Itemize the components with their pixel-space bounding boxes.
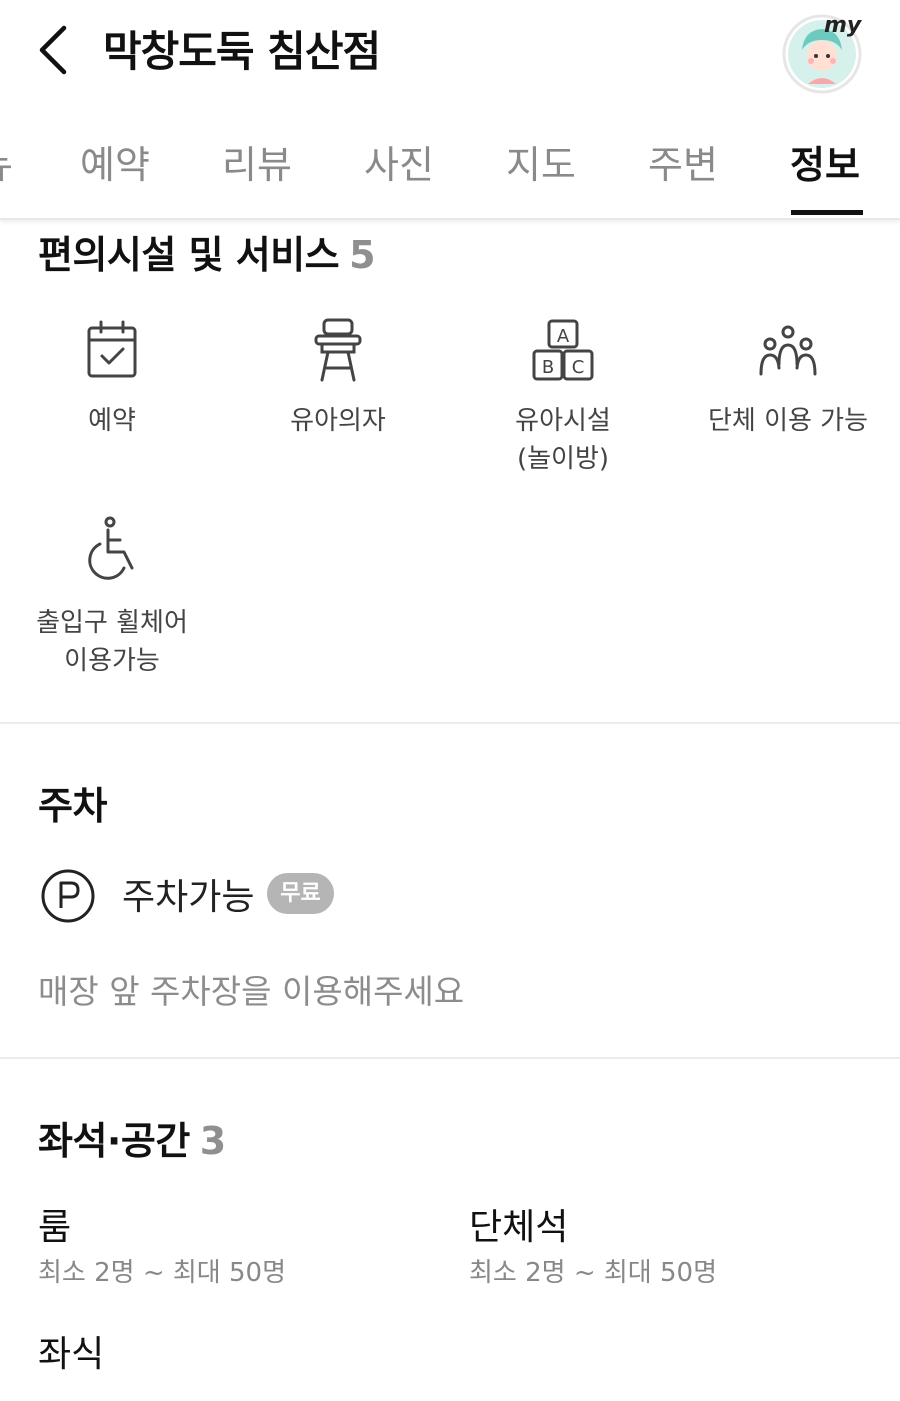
facility-item-kids-playroom: A B C 유아시설 (놀이방) [463, 318, 663, 478]
group-icon [759, 325, 817, 376]
facilities-title: 편의시설 및 서비스 5 [38, 224, 376, 279]
facility-label: 출입구 휠체어 이용가능 [36, 608, 188, 676]
parking-icon [41, 869, 95, 923]
tab-nearby[interactable]: 주변 [648, 134, 718, 189]
seating-title-text: 좌석·공간 [38, 1119, 190, 1163]
facilities-count: 5 [349, 233, 376, 277]
facility-label: 예약 [88, 406, 136, 436]
facilities-title-text: 편의시설 및 서비스 [38, 233, 340, 277]
back-button[interactable] [30, 20, 80, 80]
facility-label: 유아시설 (놀이방) [515, 406, 611, 474]
svg-text:B: B [542, 357, 554, 378]
section-divider [0, 722, 900, 724]
abc-blocks-icon: A B C [532, 319, 594, 381]
chevron-left-icon [39, 25, 67, 75]
free-badge: 무료 [267, 873, 334, 914]
seat-capacity-room: 최소 2명 ~ 최대 50명 [38, 1258, 286, 1288]
svg-text:C: C [572, 357, 585, 378]
facility-item-high-chair: 유아의자 [238, 318, 438, 440]
high-chair-icon [314, 318, 362, 382]
parking-status: 주차가능 [122, 877, 255, 918]
tab-photos[interactable]: 사진 [364, 134, 434, 189]
calendar-check-icon [87, 320, 137, 378]
page-title: 막창도둑 침산점 [103, 27, 381, 76]
wheelchair-icon [88, 516, 134, 580]
header: 막창도둑 침산점 my [0, 0, 900, 110]
tab-map[interactable]: 지도 [506, 134, 576, 189]
parking-title: 주차 [38, 784, 107, 828]
facility-item-wheelchair: 출입구 휠체어 이용가능 [12, 516, 212, 680]
facility-label: 유아의자 [290, 406, 386, 436]
seat-type-room: 룸 [38, 1207, 72, 1248]
tab-reservation[interactable]: 예약 [80, 134, 150, 189]
seat-type-group: 단체석 [469, 1207, 569, 1248]
tab-menu[interactable]: 뉴 [0, 134, 13, 189]
svg-text:A: A [557, 326, 570, 347]
facility-item-group: 단체 이용 가능 [688, 318, 888, 440]
parking-note: 매장 앞 주차장을 이용해주세요 [38, 972, 465, 1011]
my-profile-button[interactable]: my [780, 12, 870, 94]
avatar: my [782, 13, 863, 94]
section-divider [0, 1057, 900, 1059]
avatar-badge: my [824, 13, 863, 38]
facility-item-reservation: 예약 [12, 318, 212, 440]
active-tab-indicator [791, 210, 863, 215]
seat-capacity-group: 최소 2명 ~ 최대 50명 [469, 1258, 717, 1288]
tab-bar: 뉴 예약 리뷰 사진 지도 주변 정보 [0, 110, 900, 220]
seating-count: 3 [199, 1119, 226, 1163]
seat-type-floor: 좌식 [38, 1334, 105, 1375]
seating-title: 좌석·공간 3 [38, 1110, 226, 1165]
tab-reviews[interactable]: 리뷰 [222, 134, 292, 189]
tab-info[interactable]: 정보 [790, 134, 860, 189]
facility-label: 단체 이용 가능 [707, 406, 869, 436]
